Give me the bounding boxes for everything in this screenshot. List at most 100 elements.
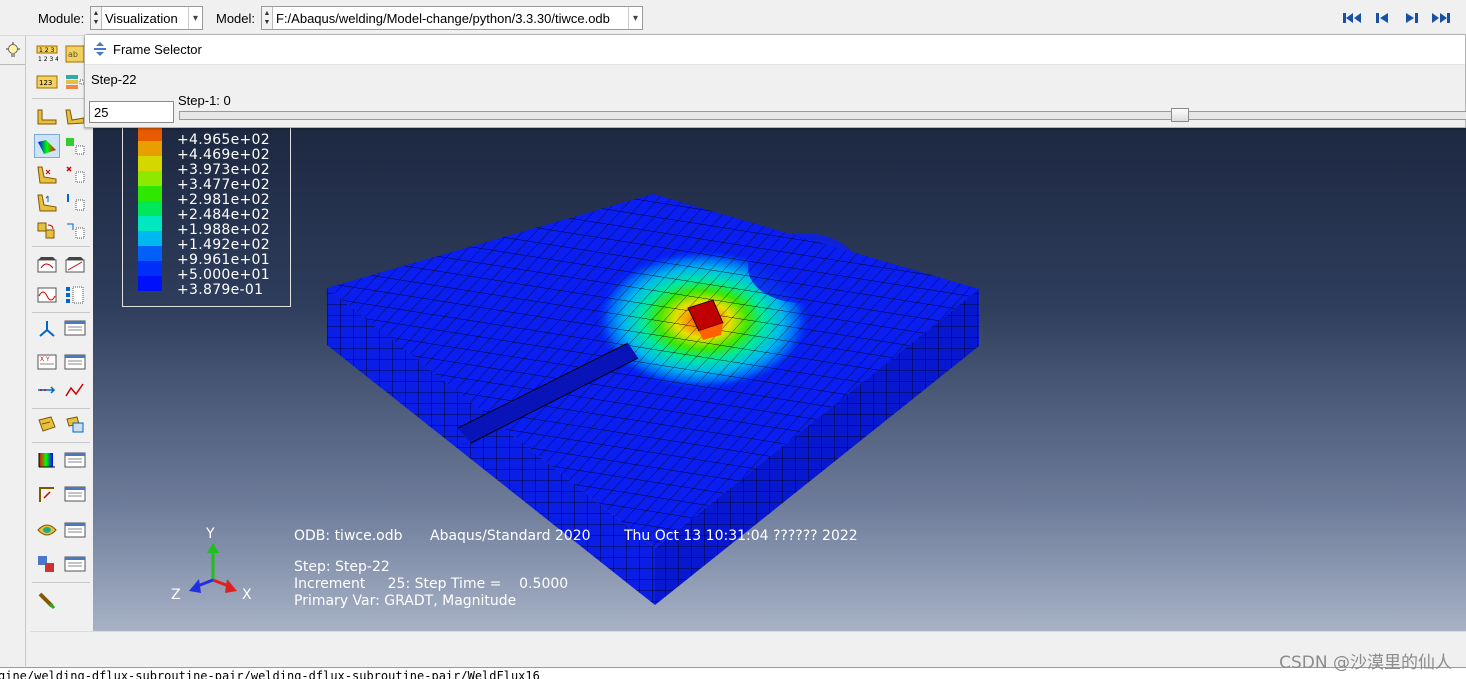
lightbulb-icon[interactable] (5, 42, 21, 63)
plot-material-orientations-icon[interactable] (34, 190, 60, 214)
create-xy-data-icon[interactable] (34, 316, 60, 340)
legend-swatch (138, 216, 162, 231)
message-area: gine/welding-dflux-subroutine-pair/weldi… (0, 667, 1466, 679)
context-toolbar: Module: ▲ ▼ Visualization ▾ Model: ▲ ▼ F:/… (0, 0, 1466, 36)
step-name-label: Step-22 (91, 72, 137, 87)
visualization-toolbox: 1 2 3 1 2 3 4 ab 123 X Y (30, 36, 92, 630)
prompt-area (30, 631, 1466, 667)
chevron-down-icon[interactable]: ▾ (188, 7, 202, 29)
display-group-icon[interactable] (34, 412, 60, 436)
chevron-down-icon[interactable]: ▾ (628, 7, 642, 29)
xy-curve-icon[interactable] (62, 378, 88, 402)
model-combo[interactable]: ▲ ▼ F:/Abaqus/welding/Model-change/python… (261, 6, 643, 30)
viewport[interactable]: Y X Z ODB: tiwce.odb Abaqus/Standard 202… (93, 128, 1466, 631)
previous-frame-icon[interactable] (1371, 10, 1393, 26)
legend-swatch (138, 156, 162, 171)
contour-options-icon[interactable] (62, 134, 88, 158)
svg-text:1 2 3 4: 1 2 3 4 (38, 56, 58, 63)
legend-swatch (138, 141, 162, 156)
frame-selector-title: Frame Selector (113, 42, 202, 57)
module-spin[interactable]: ▲ ▼ (91, 7, 102, 29)
stream-manager-icon[interactable] (62, 482, 88, 506)
axis-triad (189, 543, 237, 593)
animation-options-icon[interactable] (62, 218, 88, 242)
frame-selector-header[interactable]: Frame Selector (85, 35, 1465, 65)
legend-swatch (138, 201, 162, 216)
display-group-manager-icon[interactable] (62, 412, 88, 436)
solver-label: Abaqus/Standard 2020 (430, 528, 591, 544)
overlay-manager-icon[interactable] (62, 552, 88, 576)
svg-text:X Y: X Y (40, 356, 50, 363)
legend-label: +4.469e+02 (177, 147, 270, 163)
frame-number-input[interactable] (89, 101, 174, 123)
legend-label: +2.484e+02 (177, 207, 270, 223)
svg-text:123: 123 (39, 79, 52, 87)
xy-plot-manager-icon[interactable] (62, 350, 88, 374)
next-frame-icon[interactable] (1401, 10, 1423, 26)
module-combo[interactable]: ▲ ▼ Visualization ▾ (90, 6, 203, 30)
free-body-cut-icon[interactable] (34, 518, 60, 542)
plot-symbols-icon[interactable] (34, 162, 60, 186)
step-info: Step: Step-22 (294, 559, 390, 575)
drag-handle-icon[interactable] (93, 42, 107, 59)
command-line-text: gine/welding-dflux-subroutine-pair/weldi… (0, 669, 540, 679)
contour-legend: +4.965e+02 +4.469e+02 +3.973e+02 +3.477e… (122, 118, 291, 307)
step-frame-icon[interactable]: 1 2 3 1 2 3 4 (34, 42, 60, 66)
harmonic-animation-icon[interactable] (34, 282, 60, 306)
animate-icon[interactable] (34, 218, 60, 242)
module-label: Module: (38, 11, 85, 26)
legend-label: +3.973e+02 (177, 162, 270, 178)
legend-swatch (138, 231, 162, 246)
slider-label: Step-1: 0 (178, 93, 231, 108)
legend-label: +3.879e-01 (177, 282, 264, 298)
legend-label: +9.961e+01 (177, 252, 270, 268)
primary-var-info: Primary Var: GRADT, Magnitude (294, 593, 517, 609)
model-spin[interactable]: ▲ ▼ (262, 7, 273, 29)
legend-label: +1.492e+02 (177, 237, 270, 253)
legend-label: +4.965e+02 (177, 132, 270, 148)
stream-icon[interactable] (34, 482, 60, 506)
scale-factor-animation-icon[interactable] (62, 252, 88, 276)
svg-text:1 2 3: 1 2 3 (39, 47, 54, 54)
overlay-plot-icon[interactable] (34, 552, 60, 576)
svg-text:ab: ab (68, 50, 78, 59)
plot-contours-icon[interactable] (34, 134, 60, 158)
model-tree-strip (0, 36, 26, 666)
legend-label: +5.000e+01 (177, 267, 270, 283)
view-cut-icon[interactable] (34, 448, 60, 472)
legend-label: +3.477e+02 (177, 177, 270, 193)
xy-data-manager-icon[interactable] (62, 316, 88, 340)
increment-info: Increment 25: Step Time = 0.5000 (294, 576, 569, 592)
orientation-options-icon[interactable] (62, 190, 88, 214)
legend-label: +2.981e+02 (177, 192, 270, 208)
triad-y-label: Y (206, 526, 215, 542)
frame-slider-track[interactable] (179, 111, 1466, 120)
path-plot-icon[interactable] (34, 378, 60, 402)
frame-selector-dialog: Frame Selector Step-22 Step-1: 0 (84, 34, 1466, 128)
date-label: Thu Oct 13 10:31:04 ?????? 2022 (624, 528, 858, 544)
legend-swatch (138, 126, 162, 141)
legend-swatch (138, 186, 162, 201)
plot-undeformed-icon[interactable] (34, 104, 60, 128)
triad-z-label: Z (171, 587, 181, 603)
triad-x-label: X (242, 587, 252, 603)
model-value: F:/Abaqus/welding/Model-change/python/3.… (276, 10, 610, 26)
last-frame-icon[interactable] (1430, 10, 1452, 26)
model-mesh-render (327, 194, 979, 605)
xy-plot-icon[interactable]: X Y (34, 350, 60, 374)
view-cut-manager-icon[interactable] (62, 448, 88, 472)
first-frame-icon[interactable] (1341, 10, 1363, 26)
query-tool-icon[interactable] (34, 588, 60, 612)
frame-slider-handle[interactable] (1171, 108, 1189, 122)
odb-label: ODB: tiwce.odb (294, 528, 403, 544)
watermark: CSDN @沙漠里的仙人 (1279, 653, 1452, 673)
module-value: Visualization (105, 10, 178, 26)
output-step-icon[interactable]: 123 (34, 70, 60, 94)
free-body-manager-icon[interactable] (62, 518, 88, 542)
symbol-options-icon[interactable] (62, 162, 88, 186)
time-history-animation-icon[interactable] (34, 252, 60, 276)
legend-swatch (138, 246, 162, 261)
legend-swatch (138, 276, 162, 291)
model-label: Model: (216, 11, 256, 26)
animation-list-icon[interactable] (62, 282, 88, 306)
